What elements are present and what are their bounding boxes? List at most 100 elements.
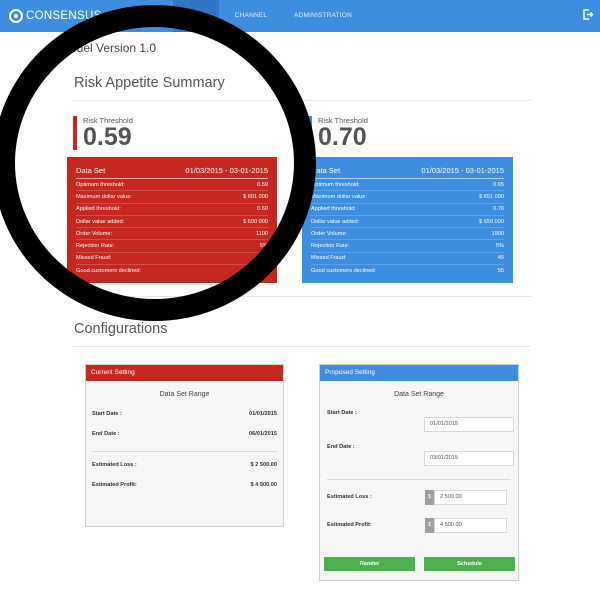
dataset-row: Order Volume: 1100 bbox=[76, 228, 268, 241]
dataset-header: Data Set 01/03/2015 - 03-01-2015 bbox=[76, 157, 268, 179]
row-value: $ 600 000 bbox=[243, 218, 268, 225]
row-label: Good customers declined: bbox=[76, 268, 141, 275]
row-label: Rejection Rate: bbox=[76, 243, 115, 250]
current-dataset-card: Data Set 01/03/2015 - 03-01-2015 Optimum… bbox=[67, 157, 277, 283]
row-value: $ 650 000 bbox=[479, 218, 504, 225]
dataset-row: Maximum dollar value: $ 651 000 bbox=[311, 191, 504, 204]
start-date-input[interactable]: 01/01/2015 bbox=[424, 417, 514, 432]
estimated-profit-label: Estimated Profit: bbox=[92, 482, 137, 488]
brand-name: CONSENSUS bbox=[26, 10, 102, 22]
row-label: Optimum threshold: bbox=[311, 181, 360, 188]
dataset-row: Applied threshold: 0.70 bbox=[311, 204, 504, 216]
proposed-setting-panel: Proposed Setting Data Set Range Start Da… bbox=[319, 364, 519, 581]
row-value: 0.60 bbox=[257, 206, 268, 213]
nav-item-product[interactable]: PRODUCT bbox=[113, 0, 169, 32]
estimated-profit-input[interactable]: 4 500.00 bbox=[434, 518, 507, 533]
dataset-range: 01/03/2015 - 03-01-2015 bbox=[421, 165, 504, 175]
current-threshold-value: 0.59 bbox=[83, 123, 132, 151]
divider bbox=[73, 100, 531, 101]
start-date-value: 01/01/2015 bbox=[249, 411, 277, 417]
row-value: 0.59 bbox=[257, 181, 268, 188]
dataset-label: Data Set bbox=[76, 165, 106, 175]
end-date-input[interactable]: 03/01/2015 bbox=[424, 451, 514, 466]
dataset-row: Good customers declined: 55 bbox=[311, 265, 504, 277]
row-value: 55 bbox=[497, 268, 504, 275]
row-label: Applied threshold: bbox=[311, 206, 356, 213]
divider bbox=[327, 479, 511, 480]
row-value: $ 601 000 bbox=[243, 193, 268, 200]
end-date-label: End Date : bbox=[92, 431, 120, 437]
dataset-row: Order Volume: 1900 bbox=[311, 228, 504, 241]
risk-summary-title: Risk Appetite Summary bbox=[74, 75, 225, 91]
dataset-row: Missed Fraud: 45 bbox=[311, 253, 504, 266]
dataset-row: Maximum dollar value: $ 601 000 bbox=[76, 191, 268, 204]
row-value: 1100 bbox=[255, 230, 268, 237]
estimated-loss-input[interactable]: 2 500.00 bbox=[434, 490, 507, 505]
dataset-label: Data Set bbox=[311, 165, 341, 175]
dataset-row: Applied threshold: 0.60 bbox=[76, 204, 268, 216]
dataset-row: Rejection Rate: 5% bbox=[311, 240, 504, 253]
dataset-row: Optimum threshold: 0.59 bbox=[76, 179, 268, 192]
estimated-profit-value: $ 4 500.00 bbox=[250, 482, 277, 488]
model-version-title: Model Version 1.0 bbox=[60, 41, 157, 55]
start-date-label: Start Date : bbox=[327, 410, 357, 416]
row-value: 0.70 bbox=[493, 206, 504, 213]
row-label: Dollar value added: bbox=[311, 218, 360, 225]
row-label: Rejection Rate: bbox=[311, 243, 350, 250]
row-label: Order Volume: bbox=[311, 230, 348, 237]
row-label: Good customers declined: bbox=[311, 268, 376, 275]
row-value: 5% bbox=[495, 243, 504, 250]
dataset-row: Missed Fraud: bbox=[76, 253, 268, 266]
current-setting-header: Current Setting bbox=[86, 365, 283, 381]
nav-item-administration[interactable]: ADMINISTRATION bbox=[290, 0, 356, 32]
current-setting-subtitle: Data Set Range bbox=[159, 391, 210, 398]
row-label: Optimum threshold: bbox=[76, 181, 125, 188]
dataset-row: Dollar value added: $ 650 000 bbox=[311, 216, 504, 229]
currency-addon: $ bbox=[425, 490, 434, 505]
divider bbox=[73, 296, 531, 297]
row-label: Dollar value added: bbox=[76, 218, 125, 225]
nav-item-risk[interactable]: RISK bbox=[173, 0, 219, 32]
proposed-threshold-value: 0.70 bbox=[318, 123, 367, 151]
row-value: 1900 bbox=[491, 230, 504, 237]
row-label: Order Volume: bbox=[76, 230, 113, 237]
current-setting-panel: Current Setting Data Set Range Start Dat… bbox=[85, 364, 284, 527]
row-label: Applied threshold: bbox=[76, 206, 121, 213]
start-date-label: Start Date : bbox=[92, 411, 122, 417]
current-threshold: Risk Threshold 0.59 bbox=[73, 116, 223, 150]
render-button[interactable]: Render bbox=[324, 557, 415, 571]
estimated-loss-label: Estimated Loss : bbox=[92, 462, 137, 468]
nav-item-channel[interactable]: CHANNEL bbox=[226, 0, 276, 32]
dataset-row: Dollar value added: $ 600 000 bbox=[76, 216, 268, 229]
proposed-setting-subtitle: Data Set Range bbox=[394, 391, 444, 398]
divider bbox=[92, 451, 277, 452]
row-label: Missed Fraud: bbox=[311, 255, 347, 262]
schedule-button[interactable]: Schedule bbox=[424, 557, 515, 571]
estimated-loss-label: Estimated Loss : bbox=[327, 494, 372, 500]
divider bbox=[73, 346, 531, 347]
currency-addon: $ bbox=[425, 518, 434, 533]
dataset-header: Data Set 01/03/2015 - 03-01-2015 bbox=[311, 157, 504, 179]
row-value: $ 651 000 bbox=[479, 193, 504, 200]
end-date-value: 06/01/2015 bbox=[249, 431, 277, 437]
configurations-title: Configurations bbox=[74, 321, 168, 337]
proposed-setting-header: Proposed Setting bbox=[320, 365, 518, 381]
estimated-profit-label: Estimated Profit: bbox=[327, 522, 372, 528]
dataset-row: Optimum threshold: 0.65 bbox=[311, 179, 504, 192]
dataset-row: Good customers declined: bbox=[76, 265, 268, 277]
dataset-range: 01/03/2015 - 03-01-2015 bbox=[185, 165, 268, 175]
row-value: 45 bbox=[497, 255, 504, 262]
proposed-threshold: Risk Threshold 0.70 bbox=[308, 116, 458, 150]
row-label: Maximum dollar value: bbox=[311, 193, 367, 200]
row-label: Missed Fraud: bbox=[76, 255, 112, 262]
end-date-label: End Date : bbox=[327, 444, 355, 450]
row-value: 0.65 bbox=[493, 181, 504, 188]
consensus-logo-icon bbox=[9, 9, 23, 23]
estimated-loss-value: $ 2 500.00 bbox=[250, 462, 277, 468]
row-value: 5% bbox=[259, 243, 268, 250]
dataset-row: Rejection Rate: 5% bbox=[76, 240, 268, 253]
brand[interactable]: CONSENSUS bbox=[9, 8, 102, 24]
proposed-dataset-card: Data Set 01/03/2015 - 03-01-2015 Optimum… bbox=[302, 157, 513, 283]
logout-icon[interactable] bbox=[583, 9, 593, 20]
row-label: Maximum dollar value: bbox=[76, 193, 132, 200]
